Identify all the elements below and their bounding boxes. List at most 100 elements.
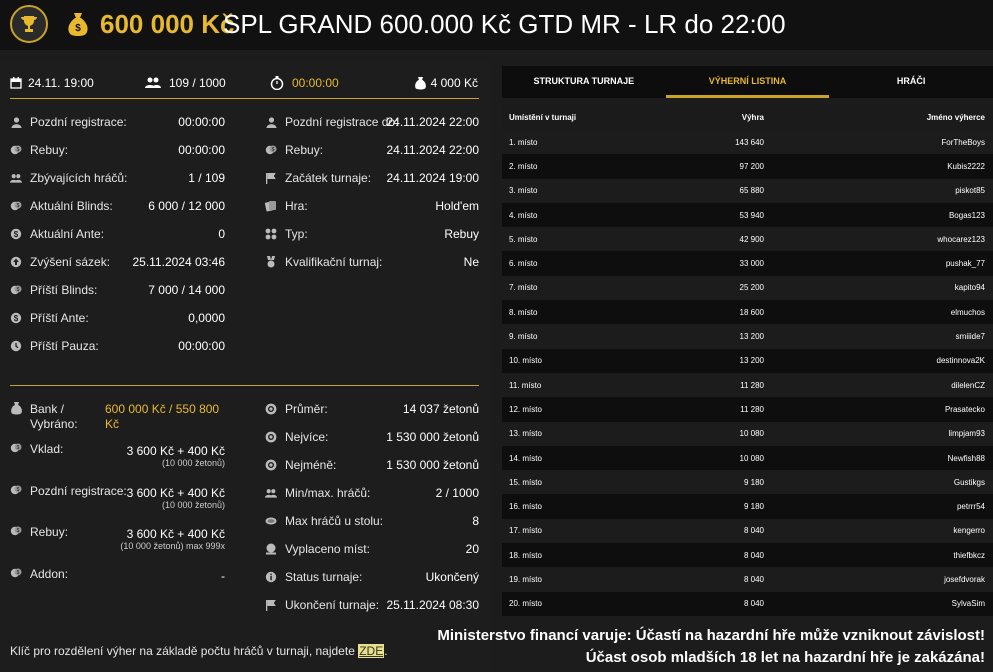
- winner-cell: Newfish88: [947, 453, 985, 463]
- coin-icon: $: [10, 144, 22, 156]
- players-count-value: 109 / 1000: [169, 76, 226, 90]
- prize-cell: 8 040: [743, 574, 764, 584]
- money-bag-icon: [10, 401, 22, 414]
- start-date: 24.11. 19:00: [10, 76, 94, 90]
- winner-cell: thiefbkcz: [953, 550, 985, 560]
- cost-chips: (10 000 žetonů) max 999x: [120, 541, 225, 551]
- table-row: 15. místo 9 180 Gustikgs: [502, 470, 993, 495]
- table-row: 1. místo 143 640 ForTheBoys: [502, 130, 993, 155]
- info-row-right: Pozdní registrace do: 24.11.2024 22:00: [265, 112, 479, 132]
- cost-value: 3 600 Kč + 400 Kč: [126, 444, 225, 458]
- winner-cell: kapito94: [954, 283, 985, 293]
- table-row: 11. místo 11 280 dilelenCZ: [502, 372, 993, 398]
- table-header: Umístění v turnaji Výhra Jméno výherce: [502, 104, 993, 130]
- stopwatch-icon: [270, 76, 284, 90]
- cost-value-block: 3 600 Kč + 400 Kč (10 000 žetonů): [127, 486, 225, 510]
- place-cell: 17. místo: [509, 526, 542, 536]
- tab-payouts[interactable]: VÝHERNÍ LISTINA: [665, 66, 830, 98]
- place-cell: 9. místo: [509, 332, 538, 342]
- timer: 00:00:00: [270, 76, 339, 90]
- info-row-left-value: 1 / 109: [188, 171, 225, 185]
- cost-row: $ Rebuy: 3 600 Kč + 400 Kč (10 000 žetonů) …: [10, 525, 225, 551]
- place-cell: 8. místo: [509, 307, 538, 317]
- place-cell: 6. místo: [509, 259, 538, 269]
- svg-text:$: $: [17, 445, 20, 451]
- table-row: 18. místo 8 040 thiefbkcz: [502, 543, 993, 568]
- info-row-left: Pozdní registrace: 00:00:00: [10, 112, 225, 132]
- prize-cell: 10 080: [739, 453, 764, 463]
- cost-value: 3 600 Kč + 400 Kč: [126, 527, 225, 541]
- svg-text:$: $: [14, 314, 19, 323]
- table-icon: [265, 515, 277, 527]
- info-row-left-label: Rebuy:: [30, 143, 69, 157]
- dollar-icon: $: [10, 228, 22, 240]
- user-icon: [265, 116, 277, 128]
- winner-cell: kengerro: [953, 526, 985, 536]
- stat-row: Nejméně: 1 530 000 žetonů: [265, 455, 479, 475]
- winner-cell: josefdvorak: [944, 574, 985, 584]
- table-row: 20. místo 8 040 SylvaSim: [502, 591, 993, 616]
- bank-label-line1: Bank /: [30, 402, 65, 416]
- table-row: 5. místo 42 900 whocarez123: [502, 227, 993, 252]
- winner-cell: dilelenCZ: [951, 380, 985, 390]
- place-cell: 15. místo: [509, 477, 542, 487]
- gambling-warning: Ministerstvo financí varuje: Účastí na h…: [437, 625, 985, 669]
- prize-cell: 18 600: [739, 307, 764, 317]
- buyin: 4 000 Kč: [414, 76, 478, 90]
- table-row: 8. místo 18 600 elmuchos: [502, 300, 993, 325]
- table-row: 6. místo 33 000 pushak_77: [502, 251, 993, 276]
- buyin-value: 4 000 Kč: [430, 76, 478, 90]
- warning-line1: Ministerstvo financí varuje: Účastí na h…: [437, 627, 985, 644]
- results-panel: STRUKTURA TURNAJE VÝHERNÍ LISTINA HRÁČI Um…: [502, 62, 993, 622]
- stat-row-label: Nejvíce:: [285, 430, 329, 444]
- chip-icon: [265, 431, 277, 443]
- table-row: 19. místo 8 040 josefdvorak: [502, 567, 993, 592]
- users-icon: [145, 77, 161, 89]
- top-stats-bar: 24.11. 19:00 109 / 1000 00:00:00 4 000 K…: [10, 70, 480, 96]
- bank-label-line2: Vybráno:: [30, 417, 78, 431]
- info-row-right: Hra: Hold'em: [265, 196, 479, 216]
- cost-row: $ Vklad: 3 600 Kč + 400 Kč (10 000 žetonů): [10, 442, 225, 468]
- coin-icon: $: [265, 144, 277, 156]
- tab-players[interactable]: HRÁČI: [829, 66, 993, 98]
- cost-value: 3 600 Kč + 400 Kč: [126, 486, 225, 500]
- place-cell: 14. místo: [509, 453, 542, 463]
- winner-cell: elmuchos: [950, 307, 985, 317]
- payout-icon: [265, 543, 277, 555]
- coin-icon: $: [10, 484, 22, 496]
- info-row-left-value: 00:00:00: [178, 143, 225, 157]
- table-row: 7. místo 25 200 kapito94: [502, 275, 993, 301]
- svg-text:$: $: [17, 287, 20, 293]
- stat-row: Vyplaceno míst: 20: [265, 539, 479, 559]
- info-row-right-value: Rebuy: [444, 227, 479, 241]
- info-row-left-value: 0,0000: [188, 311, 225, 325]
- info-row-right-value: Hold'em: [435, 199, 479, 213]
- stat-row: Min/max. hráčů: 2 / 1000: [265, 483, 479, 503]
- info-row-left-value: 00:00:00: [178, 339, 225, 353]
- place-cell: 12. místo: [509, 404, 542, 414]
- stat-row: Nejvíce: 1 530 000 žetonů: [265, 427, 479, 447]
- tab-structure[interactable]: STRUKTURA TURNAJE: [502, 66, 666, 98]
- winner-cell: petrrr54: [956, 502, 985, 512]
- svg-text:$: $: [17, 570, 20, 576]
- winner-cell: Prasatecko: [944, 404, 985, 414]
- cost-row: $ Pozdní registrace: 3 600 Kč + 400 Kč (10 …: [10, 484, 225, 510]
- table-row: 14. místo 10 080 Newfish88: [502, 445, 993, 471]
- money-bag-icon: $: [66, 11, 90, 37]
- payout-key-link[interactable]: ZDE: [358, 644, 385, 658]
- bank-label: Bank / Vybráno:: [30, 402, 78, 432]
- coin-icon: $: [10, 525, 22, 537]
- info-row-right-label: Začátek turnaje:: [285, 171, 372, 185]
- warning-line2: Účast osob mladších 18 let na hazardní h…: [585, 649, 985, 666]
- info-row-left-value: 6 000 / 12 000: [148, 199, 225, 213]
- cost-label: Rebuy:: [30, 525, 69, 539]
- svg-text:$: $: [14, 230, 19, 239]
- bank-value-line1: 600 000 Kč / 550 800: [105, 402, 220, 416]
- bank-value: 600 000 Kč / 550 800 Kč: [105, 402, 219, 432]
- cost-row: $ Addon: -: [10, 567, 225, 587]
- place-cell: 7. místo: [509, 283, 538, 293]
- info-row-right: Kvalifikační turnaj: Ne: [265, 252, 479, 272]
- players-count: 109 / 1000: [145, 76, 226, 90]
- place-cell: 3. místo: [509, 186, 538, 196]
- stat-row-label: Min/max. hráčů:: [285, 486, 371, 500]
